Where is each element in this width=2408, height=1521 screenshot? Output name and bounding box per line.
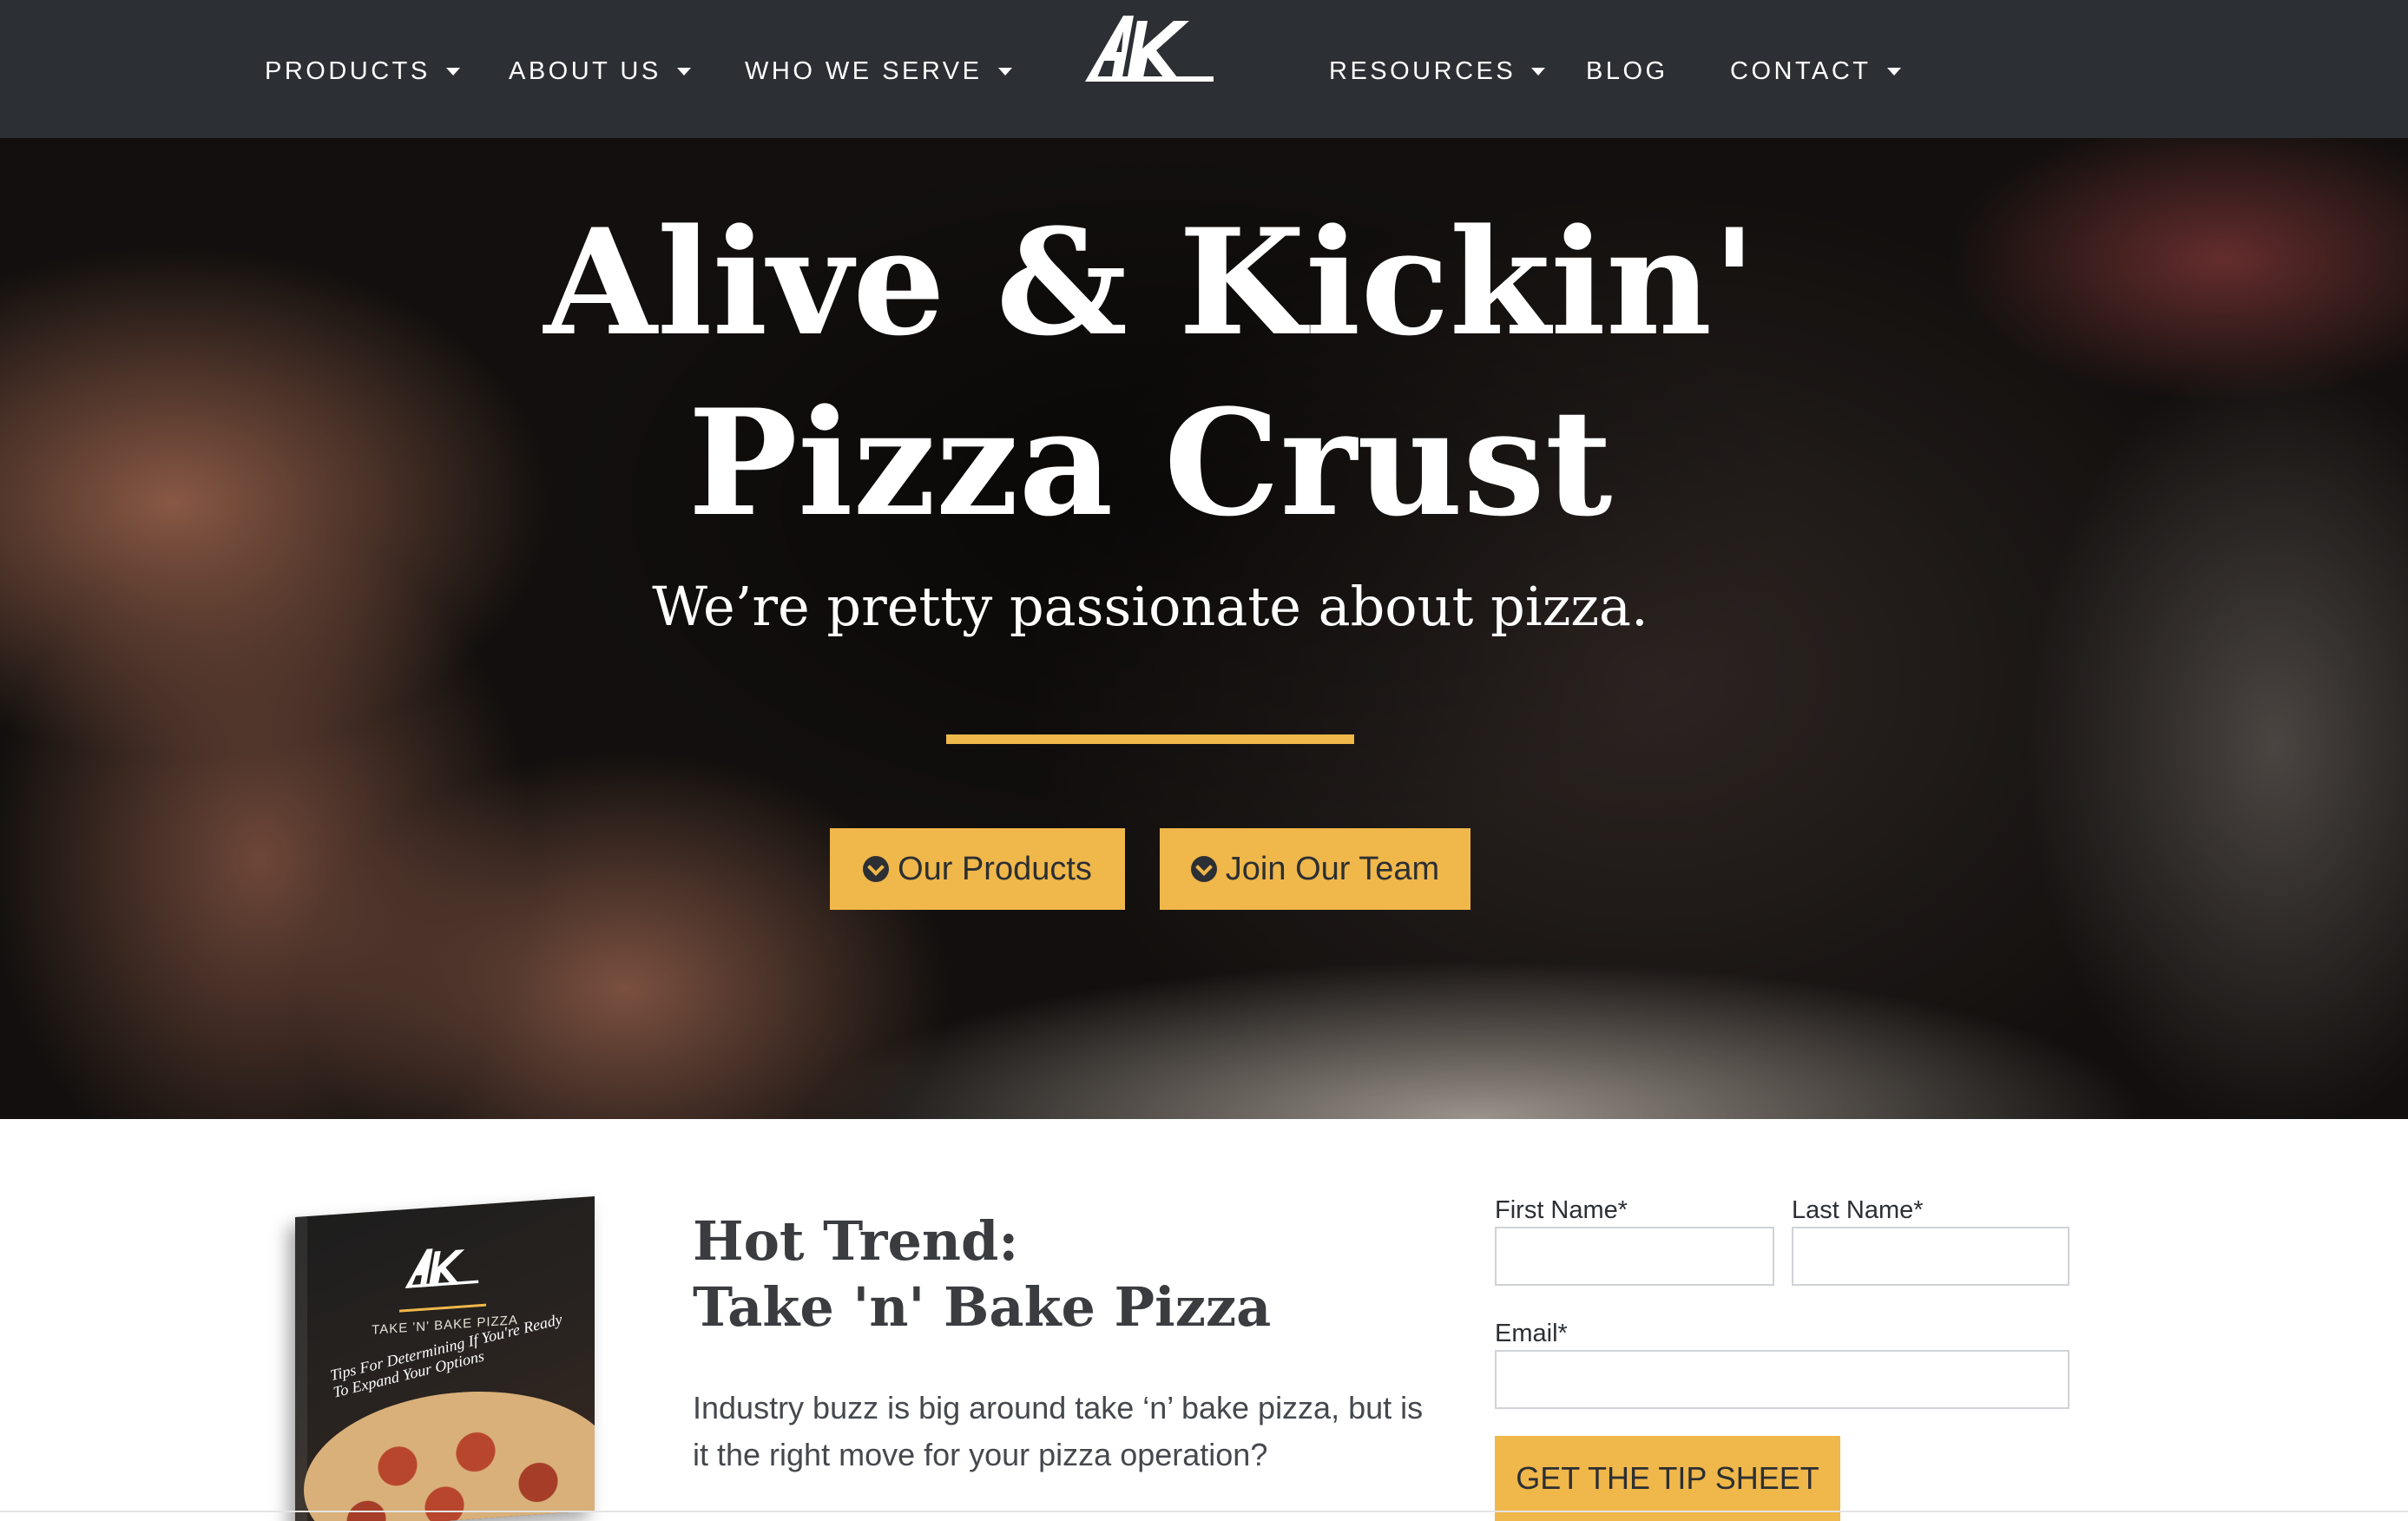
hero-subtitle: We’re pretty passionate about pizza. xyxy=(652,575,1648,638)
nav-item-label: PRODUCTS xyxy=(265,56,431,85)
top-navigation: PRODUCTS ABOUT US WHO WE SERVE RESOURCES… xyxy=(0,0,2408,138)
first-name-input[interactable] xyxy=(1495,1227,1774,1286)
nav-item-contact[interactable]: CONTACT xyxy=(1730,54,1901,89)
first-name-label: First Name* xyxy=(1495,1196,1628,1224)
nav-item-label: CONTACT xyxy=(1730,56,1872,85)
book-divider xyxy=(399,1303,486,1313)
caret-down-icon xyxy=(1886,67,1901,76)
pizza-image xyxy=(304,1381,595,1521)
promo-description: Industry buzz is big around take ‘n’ bak… xyxy=(693,1390,1424,1472)
our-products-button[interactable]: Our Products xyxy=(830,828,1125,910)
button-label: Join Our Team xyxy=(1225,850,1440,887)
tip-sheet-cover[interactable]: TAKE 'N' BAKE PIZZA Tips For Determining… xyxy=(295,1195,595,1521)
nav-item-about-us[interactable]: ABOUT US xyxy=(509,54,691,89)
promo-title-line-2: Take 'n' Bake Pizza xyxy=(693,1275,1272,1339)
nav-item-label: WHO WE SERVE xyxy=(745,56,983,85)
button-label: Our Products xyxy=(898,850,1092,887)
nav-item-label: BLOG xyxy=(1586,56,1668,85)
ak-logo xyxy=(405,1248,479,1288)
chevron-circle-down-icon xyxy=(863,856,890,882)
caret-down-icon xyxy=(997,67,1012,76)
caret-down-icon xyxy=(445,67,460,76)
last-name-label: Last Name* xyxy=(1792,1196,1924,1224)
nav-item-resources[interactable]: RESOURCES xyxy=(1329,54,1546,89)
nav-item-blog[interactable]: BLOG xyxy=(1586,54,1668,89)
caret-down-icon xyxy=(676,67,691,76)
last-name-input[interactable] xyxy=(1792,1227,2069,1286)
promo-title-line-1: Hot Trend: xyxy=(693,1209,1019,1273)
join-our-team-button[interactable]: Join Our Team xyxy=(1160,828,1470,910)
hero-banner: Alive & Kickin' Pizza Crust We’re pretty… xyxy=(0,138,2408,1119)
hero-title-line-1: Alive & Kickin' xyxy=(543,196,1757,368)
ak-logo[interactable] xyxy=(1083,12,1219,85)
hero-divider xyxy=(946,734,1354,744)
viewport-bottom-divider xyxy=(0,1511,2408,1512)
chevron-circle-down-icon xyxy=(1190,856,1217,882)
nav-item-products[interactable]: PRODUCTS xyxy=(265,54,460,89)
nav-item-label: ABOUT US xyxy=(509,56,661,85)
nav-item-label: RESOURCES xyxy=(1329,56,1517,85)
email-label: Email* xyxy=(1495,1320,1568,1347)
email-input[interactable] xyxy=(1495,1350,2069,1409)
hero-title: Alive & Kickin' Pizza Crust xyxy=(0,192,2300,553)
nav-item-who-we-serve[interactable]: WHO WE SERVE xyxy=(745,54,1012,89)
hero-title-line-2: Pizza Crust xyxy=(688,377,1613,549)
caret-down-icon xyxy=(1531,67,1546,76)
get-tip-sheet-button[interactable]: GET THE TIP SHEET xyxy=(1495,1436,1840,1521)
promo-title: Hot Trend: Take 'n' Bake Pizza xyxy=(693,1208,1405,1340)
